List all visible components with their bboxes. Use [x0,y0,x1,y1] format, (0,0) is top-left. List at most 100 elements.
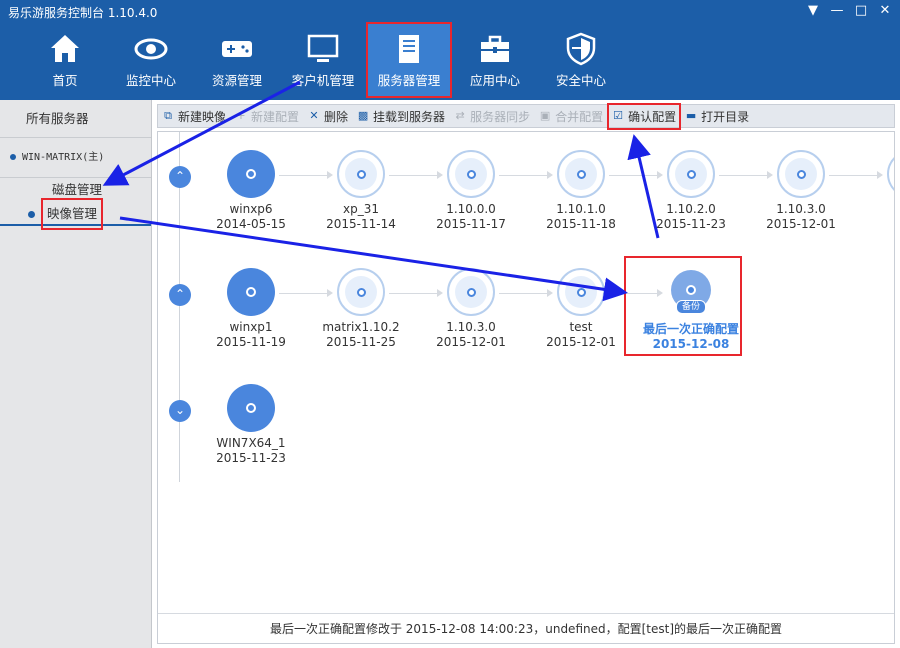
disc-hole [576,169,586,179]
plus-icon: + [236,109,246,122]
window-title: 易乐游服务控制台 1.10.4.0 [8,6,158,20]
server-icon [399,35,419,63]
disc-icon [667,150,715,198]
button-label: 新建映像 [178,109,227,124]
new-config-button[interactable]: + 新建配置 [235,108,299,125]
button-label: 确认配置 [628,109,677,124]
open-directory-button[interactable]: ▬ 打开目录 [685,108,749,125]
node-name: 1.10.3.0 [776,202,826,216]
button-label: 挂载到服务器 [373,109,446,124]
close-icon[interactable]: ✕ [876,2,894,20]
new-image-button[interactable]: ⧉ 新建映像 [162,108,226,125]
toolbox-icon [481,35,509,62]
highlight-box [624,256,742,356]
mount-icon: ▩ [357,109,369,122]
node-name: WIN7X64_1 [216,436,286,450]
config-node[interactable]: 1.10.2.0 2015-11-23 [636,150,746,232]
server-sync-button[interactable]: ⇄ 服务器同步 [454,108,530,125]
disc-icon [447,268,495,316]
node-date: 2015-11-23 [216,451,286,465]
disc-hole [356,287,366,297]
dropdown-icon[interactable]: ▼ [804,2,822,20]
disc-icon [337,268,385,316]
nav-monitor[interactable]: 监控中心 [108,22,194,98]
node-name: 1 [856,202,894,217]
disc-hole [246,403,256,413]
sidebar-server-item[interactable]: WIN-MATRIX(主) [0,138,151,178]
node-name: 1.10.3.0 [446,320,496,334]
nav-security[interactable]: 安全中心 [538,22,624,98]
merge-icon: ▣ [539,109,551,122]
disc-icon [777,150,825,198]
sidebar-item-label: 磁盘管理 [52,182,103,197]
nav-label: 监控中心 [125,73,176,88]
config-node[interactable]: xp_31 2015-11-14 [306,150,416,232]
new-image-icon: ⧉ [164,109,172,122]
disc-hole [796,169,806,179]
collapse-toggle[interactable]: ⌃ [169,166,191,188]
sidebar-item-disk[interactable]: 磁盘管理 [0,178,151,202]
disc-icon [227,268,275,316]
image-node[interactable]: winxp6 2014-05-15 [196,150,306,232]
gamepad-icon [222,41,252,57]
node-name: test [569,320,593,334]
sidebar-all-servers[interactable]: 所有服务器 [0,100,151,138]
config-node[interactable]: 1.10.3.0 2015-12-01 [746,150,856,232]
home-icon [51,35,79,62]
node-name: winxp6 [229,202,273,216]
config-node[interactable]: 120 [856,150,894,232]
node-date: 2015-11-19 [216,335,286,349]
image-node[interactable]: winxp1 2015-11-19 [196,268,306,350]
button-label: 服务器同步 [470,109,531,124]
node-date: 2015-11-23 [656,217,726,231]
mount-to-server-button[interactable]: ▩ 挂载到服务器 [357,108,445,125]
config-node[interactable]: matrix1.10.2 2015-11-25 [306,268,416,350]
top-bar: 易乐游服务控制台 1.10.4.0 ▼ — □ ✕ 首页 监控中心 资源管理 客… [0,0,900,100]
disc-hole [466,287,476,297]
expand-toggle[interactable]: ⌄ [169,400,191,422]
nav-label: 服务器管理 [377,73,441,88]
nav-home[interactable]: 首页 [22,22,108,98]
disc-icon [887,150,894,198]
sidebar-item-image[interactable]: 映像管理 [0,198,151,230]
config-node[interactable]: 1.10.1.0 2015-11-18 [526,150,636,232]
node-name: 1.10.1.0 [556,202,606,216]
disc-icon [447,150,495,198]
node-date: 2015-12-01 [546,335,616,349]
disc-icon [337,150,385,198]
config-node[interactable]: 1.10.3.0 2015-12-01 [416,268,526,350]
minimize-icon[interactable]: — [828,2,846,20]
button-label: 打开目录 [701,109,750,124]
nav-resources[interactable]: 资源管理 [194,22,280,98]
image-node[interactable]: WIN7X64_1 2015-11-23 [196,384,306,466]
config-node[interactable]: 1.10.0.0 2015-11-17 [416,150,526,232]
folder-icon: ▬ [685,109,697,122]
nav-label: 资源管理 [211,73,262,88]
disc-hole [246,287,256,297]
shield-icon [566,32,596,66]
disc-icon [227,150,275,198]
node-date: 2015-12-01 [436,335,506,349]
merge-config-button[interactable]: ▣ 合并配置 [539,108,603,125]
node-name: matrix1.10.2 [322,320,400,334]
disc-icon [227,384,275,432]
button-label: 合并配置 [555,109,604,124]
confirm-config-button[interactable]: ☑ 确认配置 [607,102,682,130]
node-date: 2015-12-01 [766,217,836,231]
status-bar: 最后一次正确配置修改于 2015-12-08 14:00:23，undefine… [158,613,894,643]
bullet-icon [28,211,35,218]
node-name: winxp1 [229,320,273,334]
main-nav: 首页 监控中心 资源管理 客户机管理 服务器管理 应用中心 安全中心 [22,22,624,98]
disc-hole [466,169,476,179]
nav-clients[interactable]: 客户机管理 [280,22,366,98]
confirm-icon: ☑ [613,109,624,122]
config-node[interactable]: test 2015-12-01 [526,268,636,350]
disc-hole [356,169,366,179]
node-name: xp_31 [343,202,379,216]
delete-button[interactable]: ✕ 删除 [308,108,348,125]
maximize-icon[interactable]: □ [852,2,870,20]
nav-apps[interactable]: 应用中心 [452,22,538,98]
node-date: 20 [856,217,894,232]
collapse-toggle[interactable]: ⌃ [169,284,191,306]
nav-server-management[interactable]: 服务器管理 [366,22,452,98]
